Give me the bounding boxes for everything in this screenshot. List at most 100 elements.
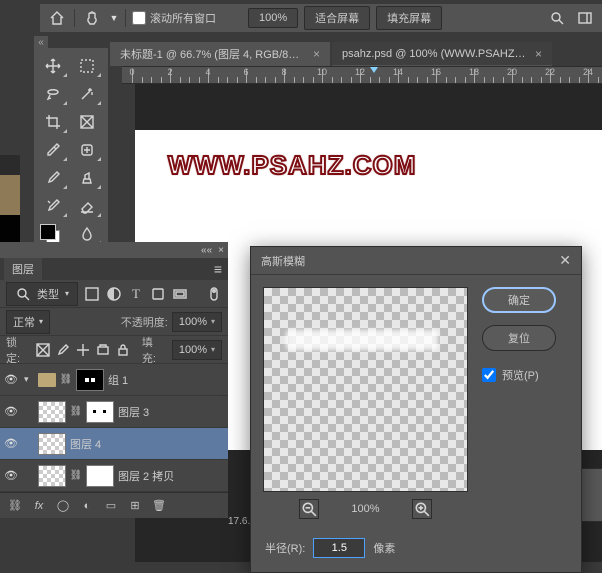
home-icon[interactable]	[46, 7, 68, 29]
layer-kind-label: 类型	[37, 286, 59, 302]
crop-tool[interactable]	[38, 110, 68, 134]
lock-image-icon[interactable]	[56, 343, 70, 357]
ok-button[interactable]: 确定	[482, 287, 556, 313]
filter-shape-icon[interactable]	[150, 286, 166, 302]
layer-mask-thumb[interactable]	[86, 401, 114, 423]
layer-thumbnail[interactable]	[38, 433, 66, 455]
folder-icon	[38, 373, 56, 387]
marquee-tool[interactable]	[72, 54, 102, 78]
layer-fx-icon[interactable]: fx	[32, 500, 46, 512]
new-layer-icon[interactable]: ⊞	[128, 499, 142, 512]
preview-checkbox[interactable]: 预览(P)	[482, 367, 556, 383]
layer-mask-thumb[interactable]	[76, 369, 104, 391]
link-layers-icon[interactable]: ⛓	[8, 499, 22, 512]
zoom-out-button[interactable]	[299, 499, 319, 519]
layer-row[interactable]: 👁 ⛓ 图层 3	[0, 396, 228, 428]
zoom-in-button[interactable]	[412, 499, 432, 519]
close-icon[interactable]: ×	[218, 245, 224, 256]
opacity-label: 不透明度:	[121, 314, 168, 330]
eraser-tool[interactable]	[72, 194, 102, 218]
history-brush-tool[interactable]	[38, 194, 68, 218]
filter-smart-icon[interactable]	[172, 286, 188, 302]
lock-label: 锁定:	[6, 334, 30, 366]
scroll-all-windows-checkbox[interactable]: 滚动所有窗口	[132, 10, 216, 26]
layers-panel-tabbar: 图层 ≡	[0, 258, 228, 280]
fill-value[interactable]: 100%▾	[172, 340, 222, 360]
layers-blend-row: 正常 ▾ 不透明度: 100%▾	[0, 308, 228, 336]
layers-filter-row: 类型 ▾ T	[0, 280, 228, 308]
layer-row[interactable]: 👁 ⛓ 图层 2 拷贝	[0, 460, 228, 492]
new-group-icon[interactable]: ▭	[104, 499, 118, 512]
dialog-zoom-bar: 100%	[299, 498, 431, 520]
panel-menu-icon[interactable]: ≡	[208, 261, 228, 277]
lock-artboard-icon[interactable]	[96, 343, 110, 357]
visibility-eye-icon[interactable]: 👁	[4, 373, 20, 386]
tab-layers[interactable]: 图层	[4, 258, 42, 280]
toolbox	[34, 48, 108, 252]
visibility-eye-icon[interactable]: 👁	[4, 469, 20, 482]
layers-panel: «« × 图层 ≡ 类型 ▾ T 正常 ▾ 不透明度: 100%▾ 锁定:	[0, 242, 228, 518]
delete-layer-icon[interactable]: 🗑	[152, 499, 166, 512]
blend-mode-select[interactable]: 正常 ▾	[6, 310, 50, 334]
document-tabs: 未标题-1 @ 66.7% (图层 4, RGB/8#) * × psahz.p…	[110, 38, 602, 66]
layer-row-group[interactable]: 👁 ▾ ⛓ 组 1	[0, 364, 228, 396]
search-icon[interactable]	[546, 7, 568, 29]
visibility-eye-icon[interactable]: 👁	[4, 405, 20, 418]
ruler-horizontal: 024681012141618202224	[122, 66, 602, 84]
filter-adjust-icon[interactable]	[106, 286, 122, 302]
dialog-buttons: 确定 复位 预览(P)	[482, 287, 556, 520]
fill-screen-button[interactable]: 填充屏幕	[376, 6, 442, 30]
expand-caret-icon[interactable]: ▾	[24, 374, 34, 385]
close-icon[interactable]: ✕	[559, 252, 571, 269]
layer-mask-thumb[interactable]	[86, 465, 114, 487]
layer-name: 图层 4	[70, 436, 101, 452]
toolbox-collapse-icon[interactable]: «	[34, 36, 48, 48]
zoom-value[interactable]: 100%	[248, 8, 298, 28]
ruler-caret-icon	[370, 67, 378, 73]
visibility-eye-icon[interactable]: 👁	[4, 437, 20, 450]
layer-thumbnail[interactable]	[38, 465, 66, 487]
dialog-titlebar[interactable]: 高斯模糊 ✕	[251, 247, 581, 275]
hand-tool-icon[interactable]	[81, 7, 103, 29]
gaussian-blur-dialog: 高斯模糊 ✕ 100% 确定 复位 预览(P) 半径(R): 像素	[250, 246, 582, 573]
magic-wand-tool[interactable]	[72, 82, 102, 106]
lock-all-icon[interactable]	[116, 343, 130, 357]
radius-label: 半径(R):	[265, 540, 305, 556]
options-chevron-icon[interactable]: ▼	[109, 7, 119, 29]
collapse-icon[interactable]: ««	[201, 245, 212, 256]
layer-row-selected[interactable]: 👁 图层 4	[0, 428, 228, 460]
radius-input[interactable]	[313, 538, 365, 558]
add-mask-icon[interactable]: ◯	[56, 499, 70, 512]
link-icon: ⛓	[60, 369, 72, 391]
workspace-icon[interactable]	[574, 7, 596, 29]
new-adjustment-icon[interactable]: ◐	[80, 500, 94, 512]
layers-lock-row: 锁定: 填充: 100%▾	[0, 336, 228, 364]
move-tool[interactable]	[38, 54, 68, 78]
tab-document-active[interactable]: 未标题-1 @ 66.7% (图层 4, RGB/8#) * ×	[110, 42, 330, 66]
lock-transparent-icon[interactable]	[36, 343, 50, 357]
healing-brush-tool[interactable]	[72, 138, 102, 162]
brush-tool[interactable]	[38, 166, 68, 190]
frame-tool[interactable]	[72, 110, 102, 134]
lock-position-icon[interactable]	[76, 343, 90, 357]
reset-button[interactable]: 复位	[482, 325, 556, 351]
fill-label: 填充:	[142, 334, 166, 366]
filter-toggle-switch[interactable]	[206, 286, 222, 302]
mini-panel-swatch	[0, 175, 20, 215]
layer-kind-filter[interactable]: 类型 ▾	[6, 282, 78, 306]
fit-screen-button[interactable]: 适合屏幕	[304, 6, 370, 30]
link-icon: ⛓	[70, 465, 82, 487]
opacity-value[interactable]: 100%▾	[172, 312, 222, 332]
tab-document-inactive[interactable]: psahz.psd @ 100% (WWW.PSAHZ.CO... ×	[332, 42, 552, 66]
foreground-color-swatch[interactable]	[40, 224, 56, 240]
filter-pixel-icon[interactable]	[84, 286, 100, 302]
dialog-preview[interactable]	[263, 287, 468, 492]
eyedropper-tool[interactable]	[38, 138, 68, 162]
lasso-tool[interactable]	[38, 82, 68, 106]
filter-type-icon[interactable]: T	[128, 286, 144, 302]
close-icon[interactable]: ×	[313, 47, 320, 61]
clone-stamp-tool[interactable]	[72, 166, 102, 190]
scroll-all-windows-label: 滚动所有窗口	[150, 10, 216, 26]
layer-thumbnail[interactable]	[38, 401, 66, 423]
close-icon[interactable]: ×	[535, 47, 542, 61]
